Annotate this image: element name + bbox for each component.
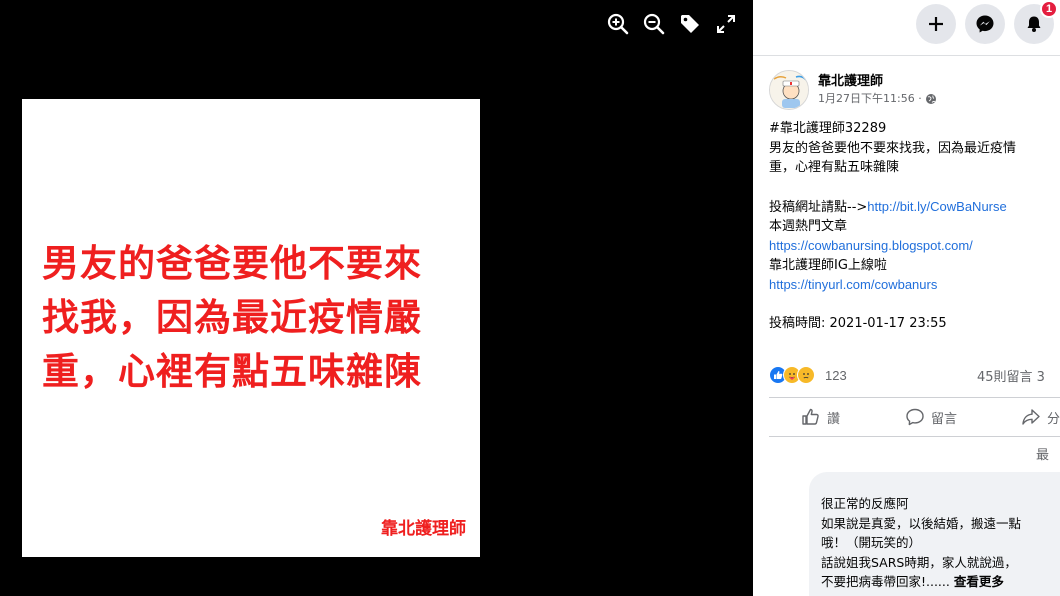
- photo-caption-line: 男友的爸爸要他不要來: [42, 242, 422, 285]
- submit-prefix: 投稿網址請點-->: [769, 200, 868, 215]
- post-author[interactable]: 靠北護理師: [818, 73, 937, 91]
- submit-time: 投稿時間: 2021-01-17 23:55: [769, 316, 947, 331]
- comment-line: 話說姐我SARS時期，家人就說過，: [821, 554, 1017, 570]
- popular-label: 本週熱門文章: [769, 218, 848, 234]
- popular-link[interactable]: https://cowbanursing.blogspot.com/: [769, 238, 973, 253]
- reaction-icons[interactable]: [769, 366, 815, 384]
- zoom-out-icon[interactable]: [640, 10, 668, 38]
- reaction-summary: 123 45則留言 3: [769, 364, 1060, 386]
- comment-bubble: 很正常的反應阿 如果說是真愛，以後結婚，搬遠一點 哦！（開玩笑的） 話說姐我SA…: [809, 472, 1060, 596]
- like-label: 讚: [827, 411, 841, 427]
- thumbs-up-icon: [802, 408, 819, 425]
- like-button[interactable]: 讚: [801, 398, 840, 436]
- post-text-line: 男友的爸爸要他不要來找我，因為最近疫情: [769, 140, 1017, 156]
- viewer-toolbar: [604, 10, 740, 38]
- post-body: #靠北護理師32289 男友的爸爸要他不要來找我，因為最近疫情 重，心裡有點五味…: [769, 119, 1060, 334]
- post-timestamp[interactable]: 1月27日下午11:56 ·: [818, 91, 922, 107]
- comment-count[interactable]: 45則留言 3: [977, 366, 1045, 385]
- ig-label: 靠北護理師IG上線啦: [769, 257, 887, 273]
- tag-icon[interactable]: [676, 10, 704, 38]
- post-panel: 1 靠北護理師 1月27日下午11:56 · #靠北護理師32289 男友的爸爸…: [753, 0, 1060, 596]
- post-text-line: 重，心裡有點五味雜陳: [769, 160, 900, 175]
- sad-icon: [797, 366, 815, 384]
- post-hashtag[interactable]: #靠北護理師32289: [769, 119, 1060, 139]
- globe-icon: [925, 94, 936, 104]
- notifications-button[interactable]: 1: [1014, 0, 1058, 44]
- photo-signature: 靠北護理師: [381, 519, 466, 539]
- bell-icon: [1027, 16, 1041, 32]
- share-label: 分: [1047, 411, 1060, 427]
- photo-caption-line: 找我，因為最近疫情嚴: [42, 296, 422, 339]
- reaction-count[interactable]: 123: [825, 368, 847, 383]
- messenger-icon: [976, 15, 994, 33]
- commenter-avatar[interactable]: [769, 472, 801, 504]
- photo-caption: 男友的爸爸要他不要來 找我，因為最近疫情嚴 重，心裡有點五味雜陳: [42, 237, 472, 399]
- comment-button[interactable]: 留言: [905, 398, 957, 436]
- submit-link[interactable]: http://bit.ly/CowBaNurse: [867, 199, 1006, 214]
- ig-link[interactable]: https://tinyurl.com/cowbanurs: [769, 277, 937, 292]
- share-button[interactable]: 分: [1021, 398, 1060, 436]
- nurse-logo-icon: [770, 71, 808, 109]
- see-more-link[interactable]: 查看更多: [954, 574, 1004, 589]
- fullscreen-icon[interactable]: [712, 10, 740, 38]
- share-icon: [1022, 409, 1040, 425]
- comment-label: 留言: [931, 411, 958, 427]
- comment-line: 很正常的反應阿: [821, 496, 909, 511]
- zoom-in-icon[interactable]: [604, 10, 632, 38]
- comment-line: 哦！（開玩笑的）: [821, 535, 922, 550]
- top-bar: 1: [753, 0, 1060, 56]
- post-header: 靠北護理師 1月27日下午11:56 ·: [769, 70, 937, 110]
- notification-badge: 1: [1040, 0, 1058, 18]
- comment-line: 如果說是真愛，以後結婚，搬遠一點: [821, 515, 1022, 531]
- post-actions: 讚 留言 分: [769, 397, 1060, 437]
- create-button[interactable]: [916, 4, 956, 44]
- plus-icon: [929, 17, 943, 31]
- comment-line: 不要把病毒帶回家!......: [821, 574, 950, 589]
- comment-icon: [906, 408, 924, 426]
- page-avatar[interactable]: [769, 70, 809, 110]
- photo-viewer: 男友的爸爸要他不要來 找我，因為最近疫情嚴 重，心裡有點五味雜陳 靠北護理師: [0, 0, 753, 596]
- messenger-button[interactable]: [965, 4, 1005, 44]
- comment-sort-dropdown[interactable]: 最: [1036, 444, 1049, 463]
- post-photo: 男友的爸爸要他不要來 找我，因為最近疫情嚴 重，心裡有點五味雜陳 靠北護理師: [22, 99, 480, 557]
- photo-caption-line: 重，心裡有點五味雜陳: [42, 350, 422, 393]
